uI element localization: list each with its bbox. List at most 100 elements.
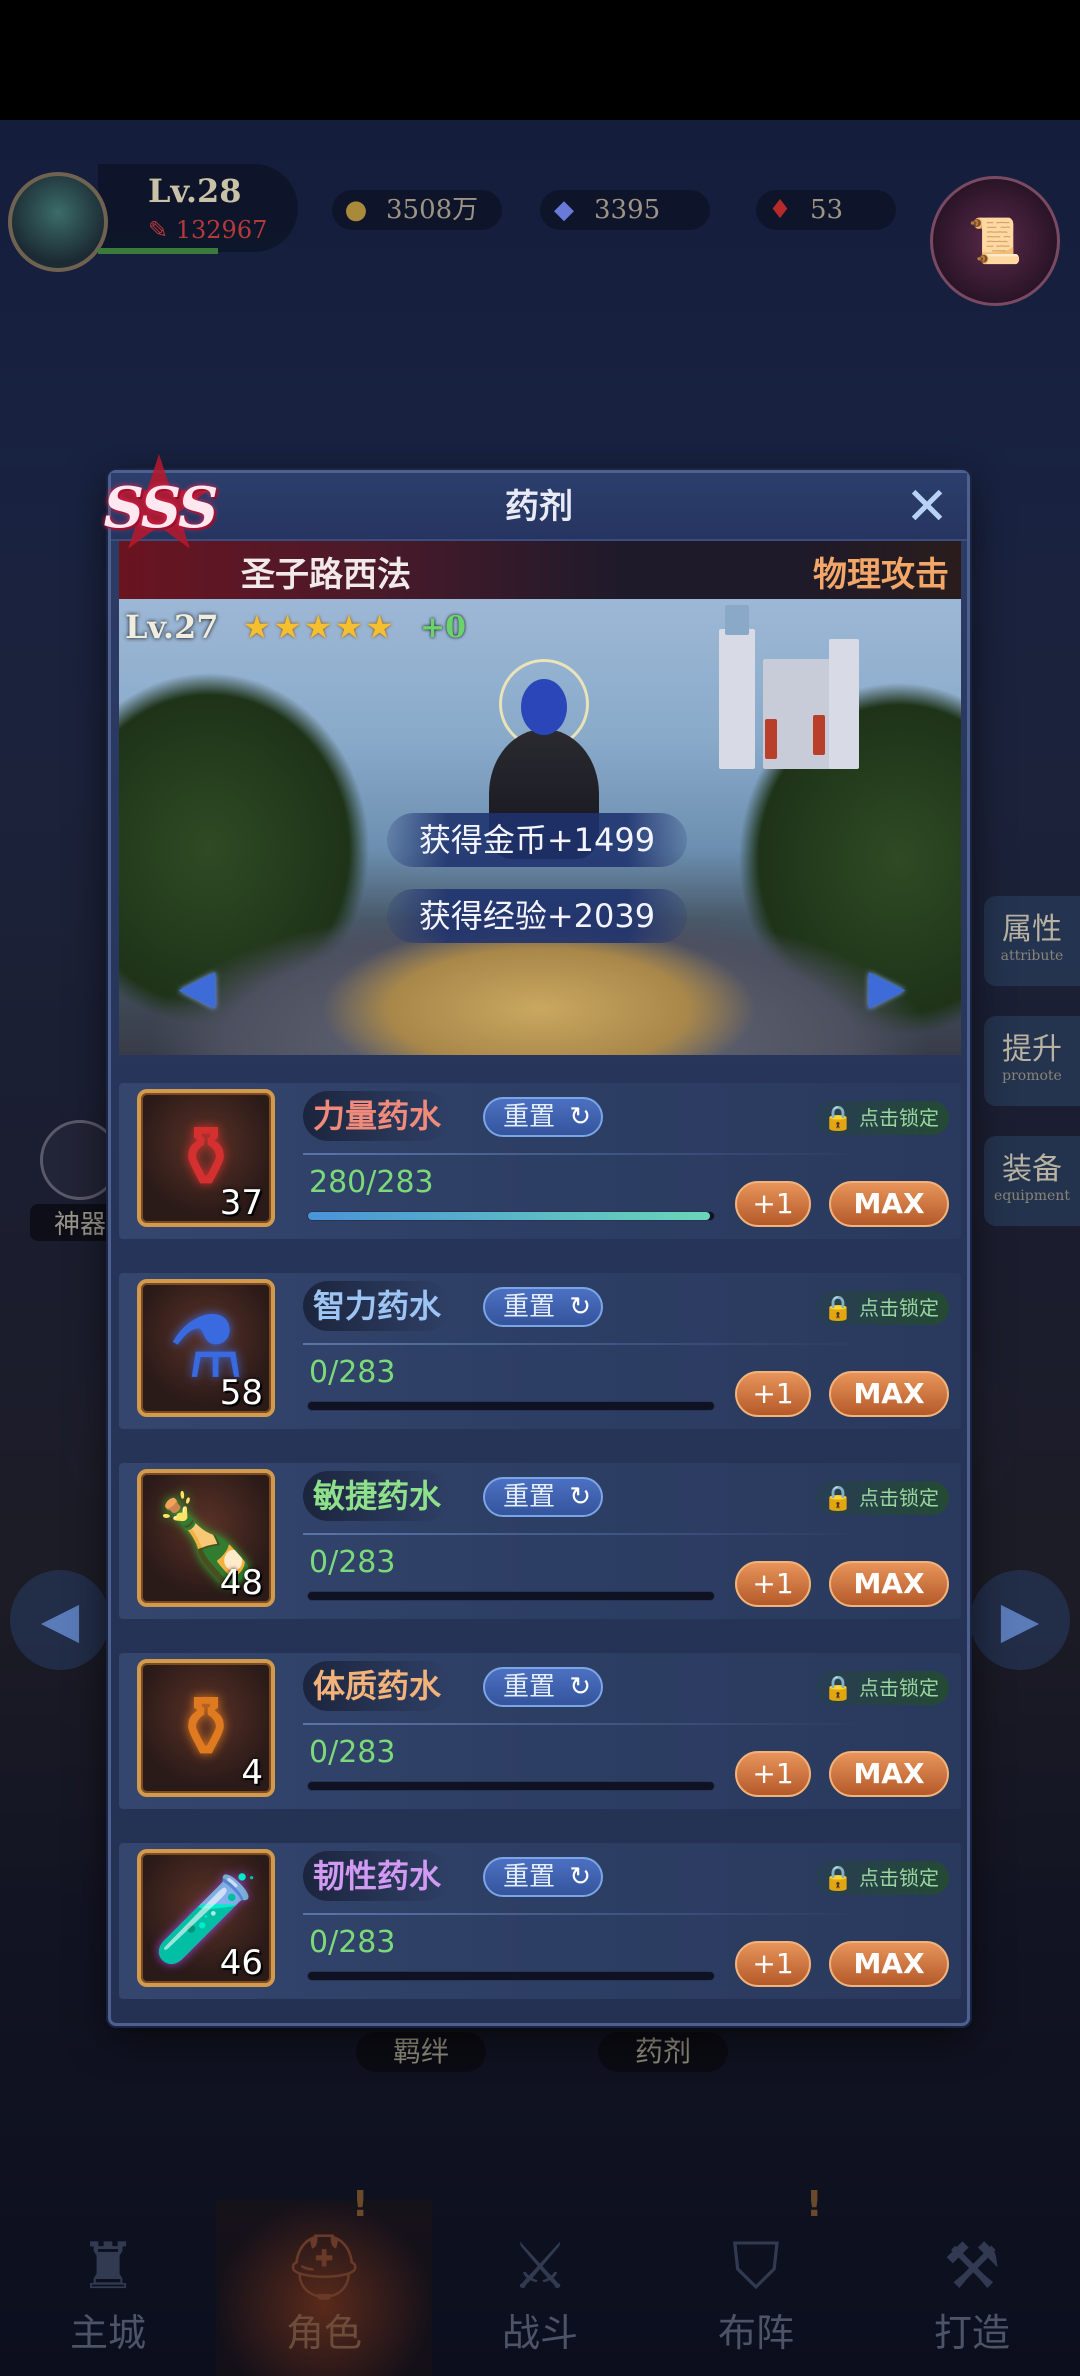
potion-progress-bar xyxy=(307,1401,715,1411)
ruby-icon: ♦ xyxy=(768,195,792,225)
plus-one-button[interactable]: +1 xyxy=(735,1181,811,1227)
max-button[interactable]: MAX xyxy=(829,1751,949,1797)
hero-level-line: Lv.27 ★★★★★ +0 xyxy=(125,605,466,649)
castle-illustration xyxy=(679,599,879,789)
plus-one-button[interactable]: +1 xyxy=(735,1371,811,1417)
reset-button[interactable]: 重置 ↻ xyxy=(483,1097,603,1137)
gold-counter[interactable]: ● 3508万 xyxy=(332,190,502,230)
promote-side-button[interactable]: 提升 promote xyxy=(984,1016,1080,1106)
reset-button[interactable]: 重置 ↻ xyxy=(483,1477,603,1517)
equipment-side-button[interactable]: 装备 equipment xyxy=(984,1136,1080,1226)
power-value: 132967 xyxy=(175,216,268,244)
potion-count: 4 xyxy=(241,1753,263,1793)
player-level: Lv.28 xyxy=(148,172,242,210)
refresh-icon: ↻ xyxy=(569,1862,591,1892)
reset-label: 重置 xyxy=(503,1102,556,1132)
potion-progress-bar xyxy=(307,1971,715,1981)
bond-tab[interactable]: 羁绊 xyxy=(356,2032,486,2072)
potion-name: 韧性药水 xyxy=(303,1851,452,1901)
lock-icon: 🔒 xyxy=(823,1104,853,1132)
attribute-label: 属性 xyxy=(1002,912,1062,947)
nav-label: 主城 xyxy=(69,2311,146,2355)
lock-button[interactable]: 🔒 点击锁定 xyxy=(815,1481,949,1515)
bg-next-arrow-icon[interactable]: ▶ xyxy=(970,1570,1070,1670)
gem-value: 3395 xyxy=(594,195,661,225)
attribute-side-button[interactable]: 属性 attribute xyxy=(984,896,1080,986)
hero-bonus: +0 xyxy=(419,609,466,645)
plus-one-button[interactable]: +1 xyxy=(735,1751,811,1797)
ruby-counter[interactable]: ♦ 53 xyxy=(756,190,896,230)
nav-character[interactable]: ⛑ 角色 xyxy=(216,2200,432,2376)
plus-one-button[interactable]: +1 xyxy=(735,1941,811,1987)
potion-dialog: 药剂 ✕ 圣子路西法 物理攻击 Lv.27 ★★★★★ +0 获得金币+1499… xyxy=(101,438,970,2026)
lock-button[interactable]: 🔒 点击锁定 xyxy=(815,1291,949,1325)
potion-progress-bar xyxy=(307,1211,715,1221)
prev-hero-arrow-icon[interactable]: ◀ xyxy=(169,959,225,1015)
potion-slot[interactable]: 🧪 46 xyxy=(137,1849,275,1987)
nav-formation[interactable]: ⛉ 布阵 xyxy=(648,2200,864,2376)
potion-slot[interactable]: ⚗ 58 xyxy=(137,1279,275,1417)
potion-count: 48 xyxy=(219,1563,263,1603)
gold-icon: ● xyxy=(344,195,368,225)
gem-counter[interactable]: ◆ 3395 xyxy=(540,190,710,230)
swords-icon: ⚔ xyxy=(511,2230,569,2304)
lock-icon: 🔒 xyxy=(823,1674,853,1702)
next-hero-arrow-icon[interactable]: ▶ xyxy=(859,959,915,1015)
max-button[interactable]: MAX xyxy=(829,1941,949,1987)
exp-reward-text: 获得经验+2039 xyxy=(387,889,687,943)
lock-button[interactable]: 🔒 点击锁定 xyxy=(815,1671,949,1705)
diamond-icon: ◆ xyxy=(554,195,574,225)
potion-name: 体质药水 xyxy=(303,1661,452,1711)
lock-button[interactable]: 🔒 点击锁定 xyxy=(815,1861,949,1895)
potion-name: 智力药水 xyxy=(303,1281,452,1331)
bg-prev-arrow-icon[interactable]: ◀ xyxy=(10,1570,110,1670)
hero-name: 圣子路西法 xyxy=(241,555,411,595)
lock-button[interactable]: 🔒 点击锁定 xyxy=(815,1101,949,1135)
promote-label: 提升 xyxy=(1002,1032,1062,1067)
potion-slot[interactable]: ⚱ 4 xyxy=(137,1659,275,1797)
potion-progress-text: 280/283 xyxy=(309,1165,434,1200)
hero-attack-type: 物理攻击 xyxy=(813,555,949,595)
nav-battle[interactable]: ⚔ 战斗 xyxy=(432,2200,648,2376)
max-button[interactable]: MAX xyxy=(829,1181,949,1227)
lock-icon: 🔒 xyxy=(823,1294,853,1322)
rank-badge: ★ SSS xyxy=(89,438,229,568)
ruby-value: 53 xyxy=(810,195,844,225)
potion-slot[interactable]: ⚱ 37 xyxy=(137,1089,275,1227)
potion-row: ⚗ 58 智力药水 重置 ↻ 🔒 点击锁定 0/283 +1 MAX xyxy=(119,1263,961,1439)
lock-icon: 🔒 xyxy=(823,1864,853,1892)
gold-value: 3508万 xyxy=(386,195,479,225)
equipment-sublabel: equipment xyxy=(994,1188,1070,1204)
nav-label: 布阵 xyxy=(717,2311,794,2355)
nav-main-city[interactable]: ♜ 主城 xyxy=(0,2200,216,2376)
row-divider xyxy=(303,1153,863,1155)
potion-row: 🧪 46 韧性药水 重置 ↻ 🔒 点击锁定 0/283 +1 MAX xyxy=(119,1833,961,2009)
max-button[interactable]: MAX xyxy=(829,1371,949,1417)
castle-icon: ♜ xyxy=(79,2230,137,2304)
potion-slot[interactable]: 🍾 48 xyxy=(137,1469,275,1607)
lock-label: 点击锁定 xyxy=(859,1866,939,1890)
nav-forge[interactable]: ⚒ 打造 xyxy=(864,2200,1080,2376)
lock-label: 点击锁定 xyxy=(859,1106,939,1130)
potion-count: 37 xyxy=(219,1183,263,1223)
lock-icon: 🔒 xyxy=(823,1484,853,1512)
potion-progress-text: 0/283 xyxy=(309,1735,396,1770)
potion-row: ⚱ 4 体质药水 重置 ↻ 🔒 点击锁定 0/283 +1 MAX xyxy=(119,1643,961,1819)
reset-button[interactable]: 重置 ↻ xyxy=(483,1667,603,1707)
potion-tab[interactable]: 药剂 xyxy=(598,2032,728,2072)
potion-progress-text: 0/283 xyxy=(309,1545,396,1580)
potion-name: 力量药水 xyxy=(303,1091,452,1141)
close-icon[interactable]: ✕ xyxy=(901,481,953,535)
reset-label: 重置 xyxy=(503,1292,556,1322)
potion-progress-fill xyxy=(308,1212,710,1220)
nav-label: 角色 xyxy=(285,2311,362,2355)
reset-button[interactable]: 重置 ↻ xyxy=(483,1287,603,1327)
reset-label: 重置 xyxy=(503,1672,556,1702)
max-button[interactable]: MAX xyxy=(829,1561,949,1607)
potion-row: ⚱ 37 力量药水 重置 ↻ 🔒 点击锁定 280/283 +1 MAX xyxy=(119,1073,961,1249)
scroll-menu-button[interactable]: 📜 xyxy=(930,176,1060,306)
plus-one-button[interactable]: +1 xyxy=(735,1561,811,1607)
reset-button[interactable]: 重置 ↻ xyxy=(483,1857,603,1897)
status-bar-area xyxy=(0,0,1080,120)
player-avatar[interactable] xyxy=(8,172,108,272)
